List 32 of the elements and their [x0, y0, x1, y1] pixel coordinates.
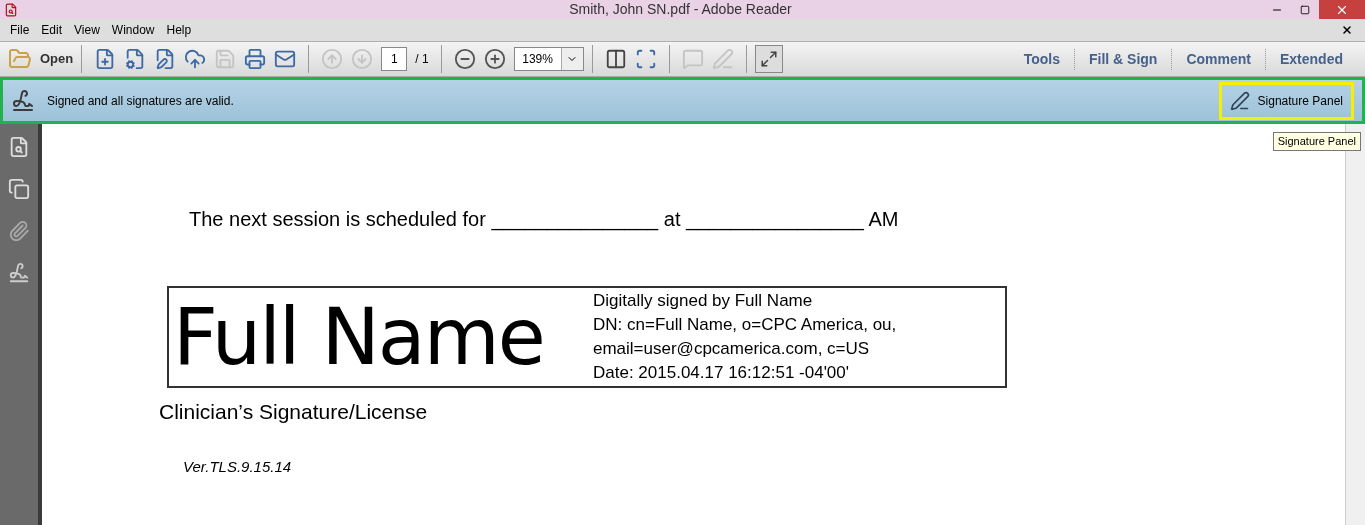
signature-status-text: Signed and all signatures are valid.	[47, 92, 234, 110]
version-text: Ver.TLS.9.15.14	[183, 456, 293, 477]
session-sentence: The next session is scheduled for _______________ at ________________ AM	[189, 207, 900, 233]
tooltip: Signature Panel	[1272, 132, 1361, 151]
panel-tab[interactable]: Tools	[1009, 48, 1074, 70]
menu-item[interactable]: Help	[160, 21, 198, 39]
valid-signature-icon	[11, 88, 35, 113]
paperclip-icon[interactable]	[8, 220, 30, 242]
signature-caption: Clinician’s Signature/License	[159, 399, 429, 425]
panel-tab[interactable]: Extended	[1265, 48, 1357, 70]
menu-item[interactable]: Window	[105, 21, 161, 39]
zoom-dropdown[interactable]: 139%	[513, 47, 584, 71]
document-search-icon[interactable]	[8, 136, 30, 158]
signature-icon[interactable]	[8, 262, 30, 284]
panel-tab[interactable]: Comment	[1171, 48, 1265, 70]
signer-name: Full Name	[173, 298, 545, 376]
menu-item[interactable]: Edit	[35, 21, 69, 39]
window-title: Smith, John SN.pdf - Adobe Reader	[569, 0, 792, 19]
menu-item[interactable]: View	[68, 21, 106, 39]
signature-panel-button[interactable]: Signature Panel	[1218, 81, 1354, 120]
close-document-button[interactable]	[1341, 24, 1353, 36]
page-count: / 1	[415, 51, 429, 68]
restore-icon	[1300, 4, 1310, 15]
open-button[interactable]: Open	[8, 47, 74, 71]
pages-icon[interactable]	[8, 178, 30, 200]
panel-tab[interactable]: Fill & Sign	[1073, 48, 1172, 70]
signature-details: Digitally signed by Full Name DN: cn=Full Name, o=CPC America, ou, email=user@cpcamerica.com, c=US Date: 2015.04.17 16:12:51 -04'00'	[593, 290, 897, 384]
pen-icon	[1229, 90, 1250, 111]
page-number-field[interactable]: 1	[381, 47, 408, 71]
full-screen-icon[interactable]	[754, 45, 783, 73]
menu-item[interactable]: File	[4, 21, 36, 39]
folder-icon	[8, 47, 32, 71]
